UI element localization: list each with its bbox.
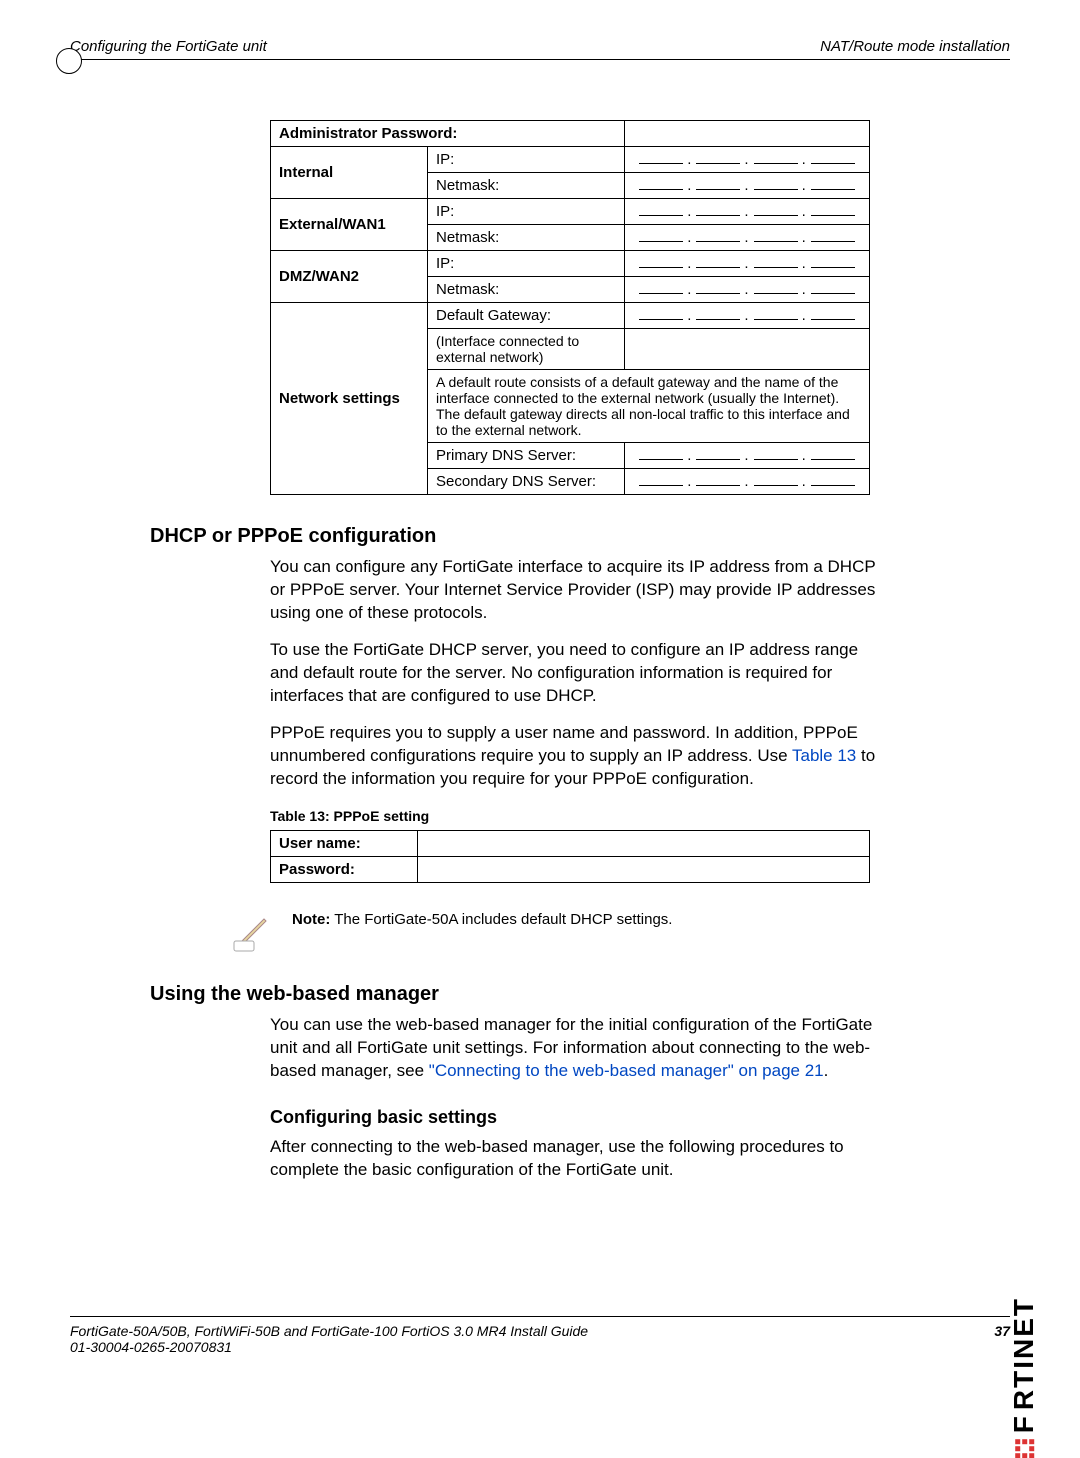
config-table: Administrator Password: Internal IP: ...…	[270, 120, 870, 495]
header-left: Configuring the FortiGate unit	[70, 38, 267, 55]
row-network: Network settings	[271, 303, 428, 495]
para-basic-1: After connecting to the web-based manage…	[270, 1136, 880, 1182]
note-icon	[230, 911, 272, 953]
para-dhcp-3: PPPoE requires you to supply a user name…	[270, 722, 880, 791]
logo-dots-icon	[1015, 1439, 1034, 1458]
heading-web-manager: Using the web-based manager	[150, 983, 1010, 1006]
row-admin-pwd: Administrator Password:	[271, 121, 625, 147]
header-rule	[70, 59, 1010, 60]
row-dmz: DMZ/WAN2	[271, 251, 428, 303]
network-note: A default route consists of a default ga…	[428, 370, 870, 443]
heading-basic-settings: Configuring basic settings	[270, 1107, 1010, 1128]
link-table13[interactable]: Table 13	[792, 746, 856, 765]
page-footer: FortiGate-50A/50B, FortiWiFi-50B and For…	[70, 1316, 1010, 1355]
row-external: External/WAN1	[271, 199, 428, 251]
header-right: NAT/Route mode installation	[820, 38, 1010, 55]
note-block: Note: The FortiGate-50A includes default…	[230, 911, 1010, 953]
table13-caption: Table 13: PPPoE setting	[270, 808, 1010, 824]
link-connecting[interactable]: "Connecting to the web-based manager" on…	[429, 1061, 824, 1080]
row-internal: Internal	[271, 147, 428, 199]
para-dhcp-1: You can configure any FortiGate interfac…	[270, 556, 880, 625]
pppoe-table: User name: Password:	[270, 830, 870, 883]
fortinet-logo: FRTINET	[1008, 1297, 1040, 1458]
para-dhcp-2: To use the FortiGate DHCP server, you ne…	[270, 639, 880, 708]
ip-blank: ...	[625, 147, 870, 173]
para-web-1: You can use the web-based manager for th…	[270, 1014, 880, 1083]
heading-dhcp-pppoe: DHCP or PPPoE configuration	[150, 525, 1010, 548]
